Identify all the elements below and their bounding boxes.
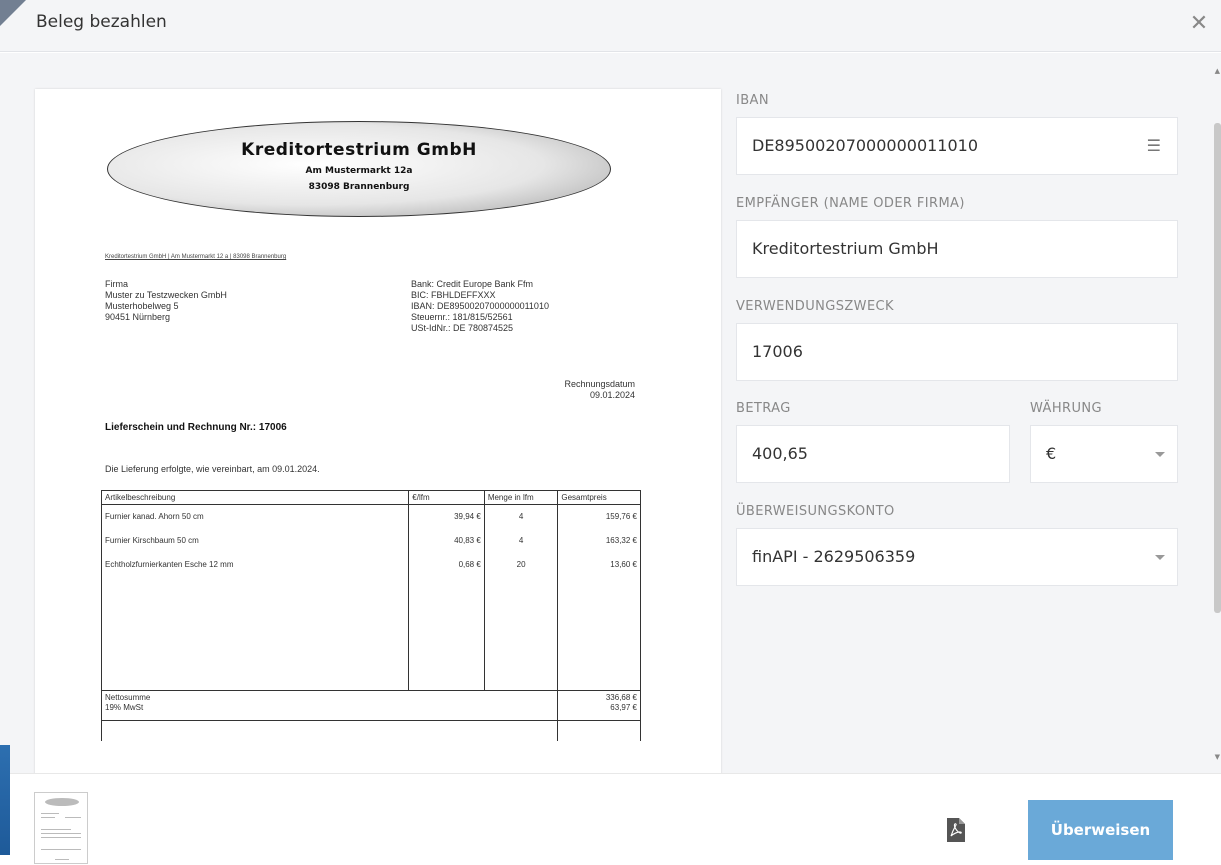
- summary-values: 336,68 € 63,97 €: [557, 690, 641, 721]
- table-row: Furnier Kirschbaum 50 cm 40,83 € 4 163,3…: [100, 528, 641, 553]
- table-filler-row: [100, 576, 641, 691]
- table-total-row: [100, 720, 641, 741]
- table-row: Echtholzfurnierkanten Esche 12 mm 0,68 €…: [100, 552, 641, 577]
- summary-labels: Nettosumme 19% MwSt: [100, 690, 558, 721]
- bank-line: BIC: FBHLDEFFXXX: [411, 290, 496, 300]
- table-header: Menge in lfm: [483, 490, 559, 505]
- table-cell: 40,83 €: [408, 528, 485, 553]
- currency-value: €: [1046, 444, 1057, 463]
- amount-field[interactable]: 400,65: [736, 425, 1010, 483]
- table-cell: 0,68 €: [408, 552, 485, 577]
- bank-line: IBAN: DE89500207000000011010: [411, 301, 549, 311]
- iban-field[interactable]: DE89500207000000011010 ☰: [736, 117, 1178, 175]
- table-header: Gesamtpreis: [557, 490, 641, 505]
- scrollbar[interactable]: [1214, 123, 1221, 613]
- account-select[interactable]: finAPI - 2629506359: [736, 528, 1178, 586]
- vat-label: 19% MwSt: [105, 703, 144, 712]
- chevron-down-icon: [1155, 452, 1165, 457]
- scroll-down-arrow[interactable]: ▼: [1215, 753, 1220, 761]
- invoice-items-table: Artikelbeschreibung €/lfm Menge in lfm G…: [100, 490, 641, 741]
- delivery-note: Die Lieferung erfolgte, wie vereinbart, …: [105, 464, 320, 474]
- dialog-footer: Überweisen: [0, 773, 1221, 865]
- vat-value: 63,97 €: [610, 703, 637, 712]
- invoice-date-label: Rechnungsdatum: [564, 379, 635, 389]
- recipient-line: Musterhobelweg 5: [105, 301, 179, 311]
- iban-label: IBAN: [736, 93, 769, 108]
- table-cell: Furnier Kirschbaum 50 cm: [100, 528, 410, 553]
- amount-label: BETRAG: [736, 401, 791, 416]
- dialog-body: Kreditortestrium GmbH Am Mustermarkt 12a…: [0, 53, 1221, 773]
- net-value: 336,68 €: [605, 693, 637, 702]
- purpose-value: 17006: [752, 342, 803, 361]
- invoice-date: Rechnungsdatum 09.01.2024: [564, 379, 635, 401]
- table-row: Furnier kanad. Ahorn 50 cm 39,94 € 4 159…: [100, 504, 641, 529]
- invoice-date-value: 09.01.2024: [589, 390, 635, 400]
- recipient-line: 90451 Nürnberg: [105, 312, 171, 322]
- receipt-preview: Kreditortestrium GmbH Am Mustermarkt 12a…: [35, 89, 721, 773]
- invoice-heading: Lieferschein und Rechnung Nr.: 17006: [105, 422, 287, 433]
- table-cell: 4: [483, 528, 559, 553]
- table-header: Artikelbeschreibung: [100, 490, 410, 505]
- corner-decoration: [0, 0, 26, 26]
- amount-value: 400,65: [752, 444, 808, 463]
- table-summary-row: Nettosumme 19% MwSt 336,68 € 63,97 €: [100, 690, 641, 721]
- pdf-icon[interactable]: [945, 818, 965, 842]
- table-cell: 4: [483, 504, 559, 529]
- chevron-down-icon: [1155, 555, 1165, 560]
- recipient-line: Firma: [105, 279, 128, 289]
- recipient-address: Firma Muster zu Testzwecken GmbH Musterh…: [105, 279, 227, 323]
- table-cell: 13,60 €: [557, 552, 641, 577]
- dialog-title: Beleg bezahlen: [36, 12, 167, 32]
- transfer-button[interactable]: Überweisen: [1028, 800, 1173, 860]
- logo-street: Am Mustermarkt 12a: [305, 166, 413, 176]
- table-cell: 159,76 €: [557, 504, 641, 529]
- bank-details: Bank: Credit Europe Bank Ffm BIC: FBHLDE…: [411, 279, 549, 334]
- bank-line: Steuernr.: 181/815/52561: [411, 312, 513, 322]
- sender-address-line: Kreditortestrium GmbH | Am Mustermarkt 1…: [105, 254, 287, 260]
- account-label: ÜBERWEISUNGSKONTO: [736, 504, 895, 519]
- recipient-value: Kreditortestrium GmbH: [752, 239, 939, 258]
- recipient-line: Muster zu Testzwecken GmbH: [105, 290, 227, 300]
- purpose-field[interactable]: 17006: [736, 323, 1178, 381]
- bank-line: Bank: Credit Europe Bank Ffm: [411, 279, 534, 289]
- receipt-thumbnail[interactable]: [34, 792, 88, 864]
- table-cell: 163,32 €: [557, 528, 641, 553]
- background-edge: [0, 745, 10, 855]
- recipient-field[interactable]: Kreditortestrium GmbH: [736, 220, 1178, 278]
- table-cell: Furnier kanad. Ahorn 50 cm: [100, 504, 410, 529]
- table-header-row: Artikelbeschreibung €/lfm Menge in lfm G…: [100, 490, 641, 505]
- logo-company-name: Kreditortestrium GmbH: [241, 140, 477, 160]
- currency-label: WÄHRUNG: [1030, 401, 1102, 416]
- currency-select[interactable]: €: [1030, 425, 1178, 483]
- list-icon[interactable]: ☰: [1147, 118, 1161, 174]
- scroll-up-arrow[interactable]: ▲: [1215, 67, 1220, 75]
- close-icon[interactable]: ✕: [1185, 10, 1213, 38]
- company-logo: Kreditortestrium GmbH Am Mustermarkt 12a…: [107, 121, 611, 217]
- purpose-label: VERWENDUNGSZWECK: [736, 299, 894, 314]
- table-header: €/lfm: [408, 490, 485, 505]
- table-cell: 20: [483, 552, 559, 577]
- bank-line: USt-IdNr.: DE 780874525: [411, 323, 514, 333]
- table-cell: Echtholzfurnierkanten Esche 12 mm: [100, 552, 410, 577]
- net-label: Nettosumme: [105, 693, 151, 702]
- recipient-label: EMPFÄNGER (NAME ODER FIRMA): [736, 196, 965, 211]
- dialog-header: Beleg bezahlen ✕: [0, 0, 1221, 52]
- iban-value: DE89500207000000011010: [752, 136, 979, 155]
- pay-receipt-dialog: Beleg bezahlen ✕ Kreditortestrium GmbH A…: [0, 0, 1221, 865]
- account-value: finAPI - 2629506359: [752, 547, 916, 566]
- logo-city: 83098 Brannenburg: [308, 182, 410, 192]
- table-cell: 39,94 €: [408, 504, 485, 529]
